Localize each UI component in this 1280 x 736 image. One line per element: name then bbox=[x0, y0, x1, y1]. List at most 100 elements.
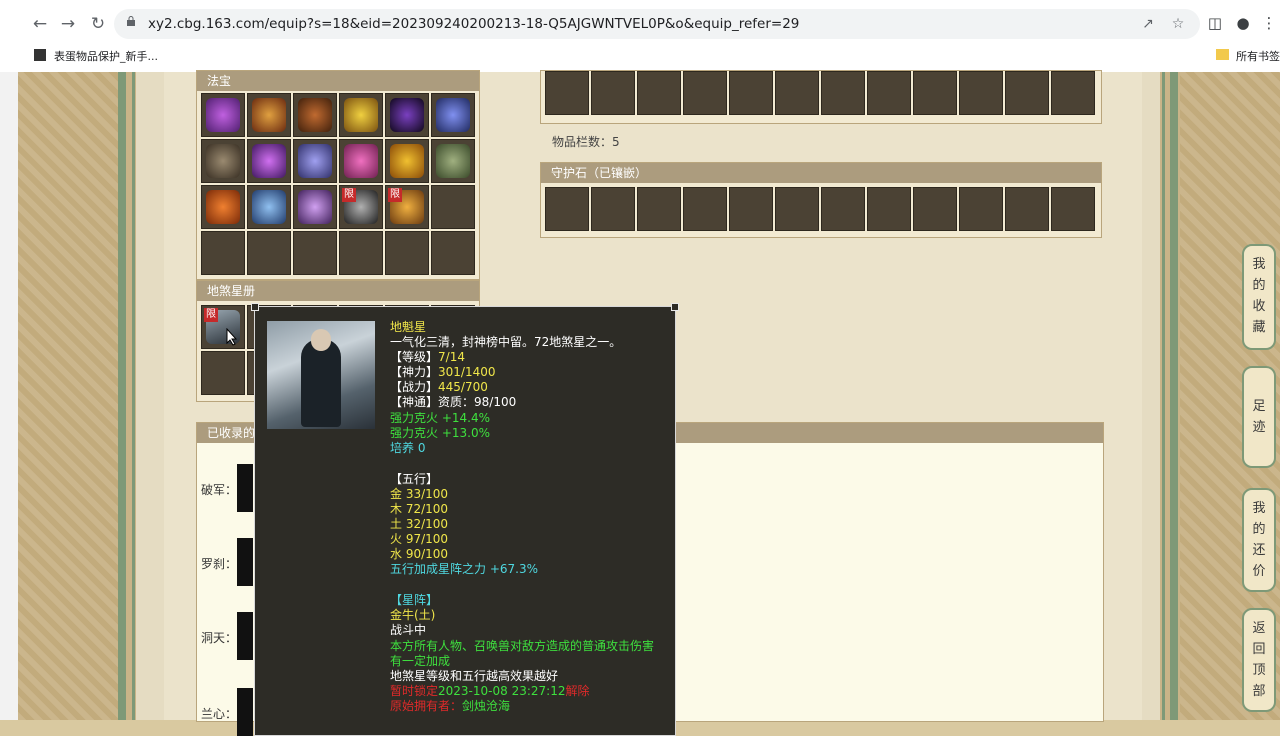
portrait-figure bbox=[301, 339, 341, 427]
border-stripe bbox=[1170, 72, 1178, 720]
tooltip-corner bbox=[671, 303, 679, 311]
tooltip-effect-1: 本方所有人物、召唤兽对敌方造成的普通攻击伤害 bbox=[390, 639, 655, 653]
collected-thumb[interactable] bbox=[237, 538, 253, 586]
collected-thumb[interactable] bbox=[237, 612, 253, 660]
fabao-slot[interactable] bbox=[431, 139, 475, 183]
item-count: 物品栏数：5 bbox=[552, 135, 620, 149]
guard-slot[interactable] bbox=[729, 187, 773, 231]
menu-icon[interactable]: ⋮ bbox=[1258, 12, 1280, 34]
footprint-button[interactable]: 足迹 bbox=[1242, 366, 1276, 468]
fabao-slot[interactable] bbox=[431, 93, 475, 137]
tooltip-effect-2: 有一定加成 bbox=[390, 654, 451, 668]
back-to-top-button[interactable]: 返回顶部 bbox=[1242, 608, 1276, 712]
fabao-slot[interactable]: 限 bbox=[339, 185, 383, 229]
fabao-slot[interactable] bbox=[293, 93, 337, 137]
fabao-slot[interactable] bbox=[339, 93, 383, 137]
fabao-slot[interactable] bbox=[201, 185, 245, 229]
disha-title: 地煞星册 bbox=[197, 281, 479, 301]
fabao-slot-empty bbox=[431, 185, 475, 229]
decor-left bbox=[18, 72, 118, 720]
fabao-slot[interactable]: 限 bbox=[385, 185, 429, 229]
item-slot[interactable] bbox=[637, 71, 681, 115]
fabao-slot[interactable] bbox=[385, 93, 429, 137]
my-bargain-label: 我的还价 bbox=[1252, 501, 1266, 579]
fabao-slot[interactable] bbox=[201, 93, 245, 137]
star-tooltip: 地魁星 一气化三清，封神榜中留。72地煞星之一。 【等级】7/14 【神力】30… bbox=[251, 303, 679, 736]
fabao-slot-empty bbox=[431, 231, 475, 275]
sidepanel-icon[interactable]: ◫ bbox=[1204, 12, 1226, 34]
item-slot[interactable] bbox=[775, 71, 819, 115]
all-bookmarks[interactable]: 所有书签 bbox=[1236, 48, 1280, 64]
star-icon[interactable]: ☆ bbox=[1168, 14, 1188, 34]
back-icon[interactable]: ← bbox=[28, 12, 52, 36]
fabao-slot-empty bbox=[201, 231, 245, 275]
disha-slot[interactable]: 限 bbox=[201, 305, 245, 349]
share-icon[interactable]: ↗ bbox=[1138, 14, 1158, 34]
collected-thumb[interactable] bbox=[237, 464, 253, 512]
fabao-item-icon bbox=[390, 98, 424, 132]
item-slot[interactable] bbox=[591, 71, 635, 115]
fabao-slot[interactable] bbox=[385, 139, 429, 183]
bookmark-item[interactable]: 表蛋物品保护_新手... bbox=[54, 48, 158, 64]
guard-slot[interactable] bbox=[683, 187, 727, 231]
fabao-item-icon bbox=[252, 144, 286, 178]
folder-icon bbox=[1216, 49, 1229, 60]
tooltip-qiangli-2: 强力克火 +13.0% bbox=[390, 426, 490, 440]
collected-thumb[interactable] bbox=[237, 688, 253, 736]
guard-stone-grid bbox=[545, 187, 1095, 231]
item-slot[interactable] bbox=[1005, 71, 1049, 115]
guard-slot[interactable] bbox=[821, 187, 865, 231]
guard-slot[interactable] bbox=[959, 187, 1003, 231]
item-slot[interactable] bbox=[821, 71, 865, 115]
address-bar[interactable]: xy2.cbg.163.com/equip?s=18&eid=202309240… bbox=[114, 9, 1200, 39]
fabao-slot-empty bbox=[293, 231, 337, 275]
guard-slot[interactable] bbox=[867, 187, 911, 231]
fabao-item-icon bbox=[206, 98, 240, 132]
guard-slot[interactable] bbox=[591, 187, 635, 231]
reload-icon[interactable]: ↻ bbox=[86, 12, 110, 36]
tooltip-corner bbox=[251, 303, 259, 311]
item-slot[interactable] bbox=[1051, 71, 1095, 115]
guard-slot[interactable] bbox=[545, 187, 589, 231]
disha-slot-empty bbox=[201, 351, 245, 395]
fabao-slot[interactable] bbox=[247, 185, 291, 229]
tooltip-wx-tu: 土 32/100 bbox=[390, 517, 449, 531]
guard-slot[interactable] bbox=[637, 187, 681, 231]
fabao-slot[interactable] bbox=[293, 185, 337, 229]
item-slot[interactable] bbox=[683, 71, 727, 115]
forward-icon[interactable]: → bbox=[56, 12, 80, 36]
item-slot[interactable] bbox=[545, 71, 589, 115]
guard-slot[interactable] bbox=[1051, 187, 1095, 231]
fabao-slot[interactable] bbox=[247, 93, 291, 137]
guard-slot[interactable] bbox=[775, 187, 819, 231]
tooltip-xingzhen-title: 【星阵】 bbox=[390, 593, 439, 607]
limited-badge: 限 bbox=[388, 188, 402, 202]
guard-slot[interactable] bbox=[913, 187, 957, 231]
tooltip-wx-shui: 水 90/100 bbox=[390, 547, 449, 561]
fabao-item-icon bbox=[390, 144, 424, 178]
tooltip-qiangli-1: 强力克火 +14.4% bbox=[390, 411, 490, 425]
fabao-item-icon bbox=[252, 190, 286, 224]
guard-slot[interactable] bbox=[1005, 187, 1049, 231]
fabao-slot[interactable] bbox=[201, 139, 245, 183]
fabao-slot[interactable] bbox=[293, 139, 337, 183]
tooltip-wx-jin: 金 33/100 bbox=[390, 487, 449, 501]
fabao-slot[interactable] bbox=[247, 139, 291, 183]
profile-icon[interactable]: ● bbox=[1232, 12, 1254, 34]
my-favorites-button[interactable]: 我的收藏 bbox=[1242, 244, 1276, 350]
item-slot[interactable] bbox=[913, 71, 957, 115]
fabao-slot-empty bbox=[385, 231, 429, 275]
footprint-label: 足迹 bbox=[1252, 399, 1266, 435]
fabao-title: 法宝 bbox=[197, 71, 479, 91]
tooltip-peiyang: 培养 0 bbox=[390, 441, 426, 455]
tooltip-level: 【等级】7/14 bbox=[390, 350, 465, 364]
item-slot[interactable] bbox=[729, 71, 773, 115]
item-slot[interactable] bbox=[959, 71, 1003, 115]
border-stripe bbox=[118, 72, 126, 720]
my-bargain-button[interactable]: 我的还价 bbox=[1242, 488, 1276, 592]
tooltip-xingzhen-name: 金牛(土) bbox=[390, 608, 436, 622]
tooltip-wx-mu: 木 72/100 bbox=[390, 502, 449, 516]
collected-label-lanxin: 兰心： bbox=[201, 707, 238, 721]
item-slot[interactable] bbox=[867, 71, 911, 115]
fabao-slot[interactable] bbox=[339, 139, 383, 183]
